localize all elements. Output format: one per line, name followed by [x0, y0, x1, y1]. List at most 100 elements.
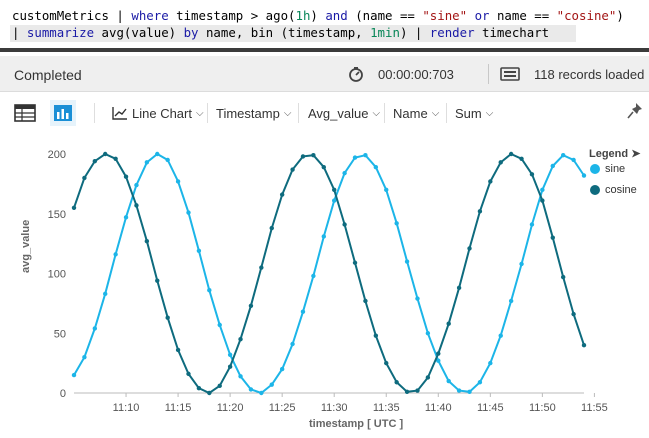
legend-title-text: Legend: [589, 148, 629, 160]
legend-dot: [590, 164, 600, 174]
chevron-down-icon: ⌵: [431, 107, 440, 119]
x-tick-label: 11:10: [113, 402, 140, 414]
query-token: summarize: [26, 25, 95, 40]
query-token: 1min: [370, 25, 400, 40]
data-point-sine: [92, 326, 98, 331]
query-token: timechart: [474, 25, 550, 40]
data-point-cosine: [498, 160, 503, 165]
data-point-cosine: [269, 225, 274, 231]
data-point-sine: [467, 389, 472, 395]
query-editor[interactable]: customMetrics | where timestamp > ago(1h…: [0, 0, 649, 52]
data-point-sine: [175, 179, 181, 184]
data-point-cosine: [519, 156, 524, 161]
data-point-cosine: [196, 386, 202, 391]
data-point-cosine: [92, 158, 98, 164]
data-point-sine: [186, 210, 191, 215]
toolbar-divider: [446, 103, 447, 123]
data-point-cosine: [227, 364, 233, 369]
query-token: render: [429, 25, 475, 40]
data-point-cosine: [238, 337, 243, 342]
data-point-sine: [279, 366, 285, 372]
data-point-sine: [311, 273, 316, 279]
data-point-sine: [207, 288, 212, 293]
data-point-sine: [519, 261, 524, 267]
data-point-sine: [300, 309, 306, 314]
data-point-sine: [529, 222, 535, 227]
data-point-cosine: [279, 192, 285, 197]
data-point-cosine: [71, 205, 77, 210]
legend-label-sine: sine: [605, 163, 626, 175]
data-point-cosine: [207, 390, 212, 396]
data-point-cosine: [508, 151, 514, 157]
data-point-sine: [540, 187, 545, 193]
data-point-cosine: [300, 154, 306, 159]
query-token: ): [616, 8, 624, 23]
data-point-cosine: [342, 222, 347, 227]
y-tick-label: 200: [48, 149, 66, 161]
data-point-cosine: [467, 246, 472, 251]
legend-item-sine[interactable]: sine: [590, 163, 625, 175]
data-point-sine: [321, 234, 326, 239]
chart-canvas: 0 50 100 150 200 11:10 11:15 11:20 11:25 11:30 11:…: [48, 149, 608, 414]
status-text: Completed: [14, 67, 82, 83]
data-point-cosine: [446, 321, 451, 326]
data-point-sine: [571, 157, 576, 163]
y-tick-label: 0: [60, 388, 66, 400]
aggregation-dropdown[interactable]: Sum ⌵: [455, 101, 493, 125]
pin-icon[interactable]: [627, 101, 645, 121]
results-toolbar: Line Chart ⌵ Timestamp ⌵ Avg_value ⌵ Nam…: [0, 93, 649, 133]
query-token: ) |: [399, 25, 430, 40]
data-point-sine: [425, 331, 431, 336]
chart-type-label: Line Chart: [132, 105, 192, 121]
x-tick-label: 11:45: [477, 402, 504, 414]
query-token: name, bin (timestamp,: [198, 25, 371, 40]
data-point-cosine: [165, 315, 170, 320]
arrow-right-icon: ➤: [631, 148, 641, 160]
data-point-sine: [134, 182, 139, 188]
data-point-sine: [581, 173, 587, 178]
data-point-sine: [404, 259, 410, 264]
series-line-sine: [73, 152, 585, 395]
split-by-dropdown[interactable]: Name ⌵: [393, 101, 439, 125]
data-point-sine: [508, 298, 514, 304]
data-point-sine: [113, 252, 118, 257]
query-token: by: [183, 25, 199, 40]
data-point-cosine: [103, 151, 108, 157]
y-axis-dropdown[interactable]: Avg_value ⌵: [308, 101, 380, 125]
data-point-cosine: [550, 235, 555, 240]
data-point-sine: [384, 187, 389, 193]
data-point-sine: [498, 333, 503, 338]
x-tick-label: 11:25: [269, 402, 296, 414]
chart-view-button[interactable]: [50, 100, 76, 126]
data-point-cosine: [571, 311, 576, 317]
data-point-sine: [560, 152, 566, 158]
data-point-cosine: [581, 343, 587, 348]
bar-chart-icon: [54, 105, 72, 121]
y-axis-label: Avg_value: [308, 105, 369, 121]
x-axis-label: Timestamp: [216, 105, 280, 121]
x-axis-dropdown[interactable]: Timestamp ⌵: [216, 101, 291, 125]
split-by-label: Name: [393, 105, 428, 121]
data-point-cosine: [290, 167, 295, 172]
data-point-cosine: [311, 152, 316, 158]
x-tick-label: 11:40: [425, 402, 452, 414]
table-view-button[interactable]: [14, 101, 38, 125]
data-point-cosine: [321, 164, 326, 170]
data-point-cosine: [248, 303, 254, 308]
query-line-2[interactable]: | summarize avg(value) by name, bin (tim…: [10, 25, 576, 42]
query-duration: 00:00:00:703: [378, 67, 454, 82]
data-point-sine: [259, 390, 264, 396]
query-token: (name ==: [347, 8, 423, 23]
data-point-sine: [415, 296, 420, 301]
chart-type-dropdown[interactable]: Line Chart ⌵: [112, 101, 204, 125]
data-point-sine: [290, 341, 295, 347]
data-point-cosine: [477, 209, 483, 214]
data-point-sine: [248, 387, 254, 392]
status-bar: Completed 00:00:00:703 118 records loade…: [0, 56, 649, 92]
legend-title[interactable]: Legend ➤: [589, 147, 640, 160]
query-line-1[interactable]: customMetrics | where timestamp > ago(1h…: [12, 8, 624, 23]
query-token: "cosine": [556, 8, 617, 23]
data-point-sine: [103, 291, 108, 297]
aggregation-label: Sum: [455, 105, 482, 121]
legend-item-cosine[interactable]: cosine: [590, 184, 637, 196]
